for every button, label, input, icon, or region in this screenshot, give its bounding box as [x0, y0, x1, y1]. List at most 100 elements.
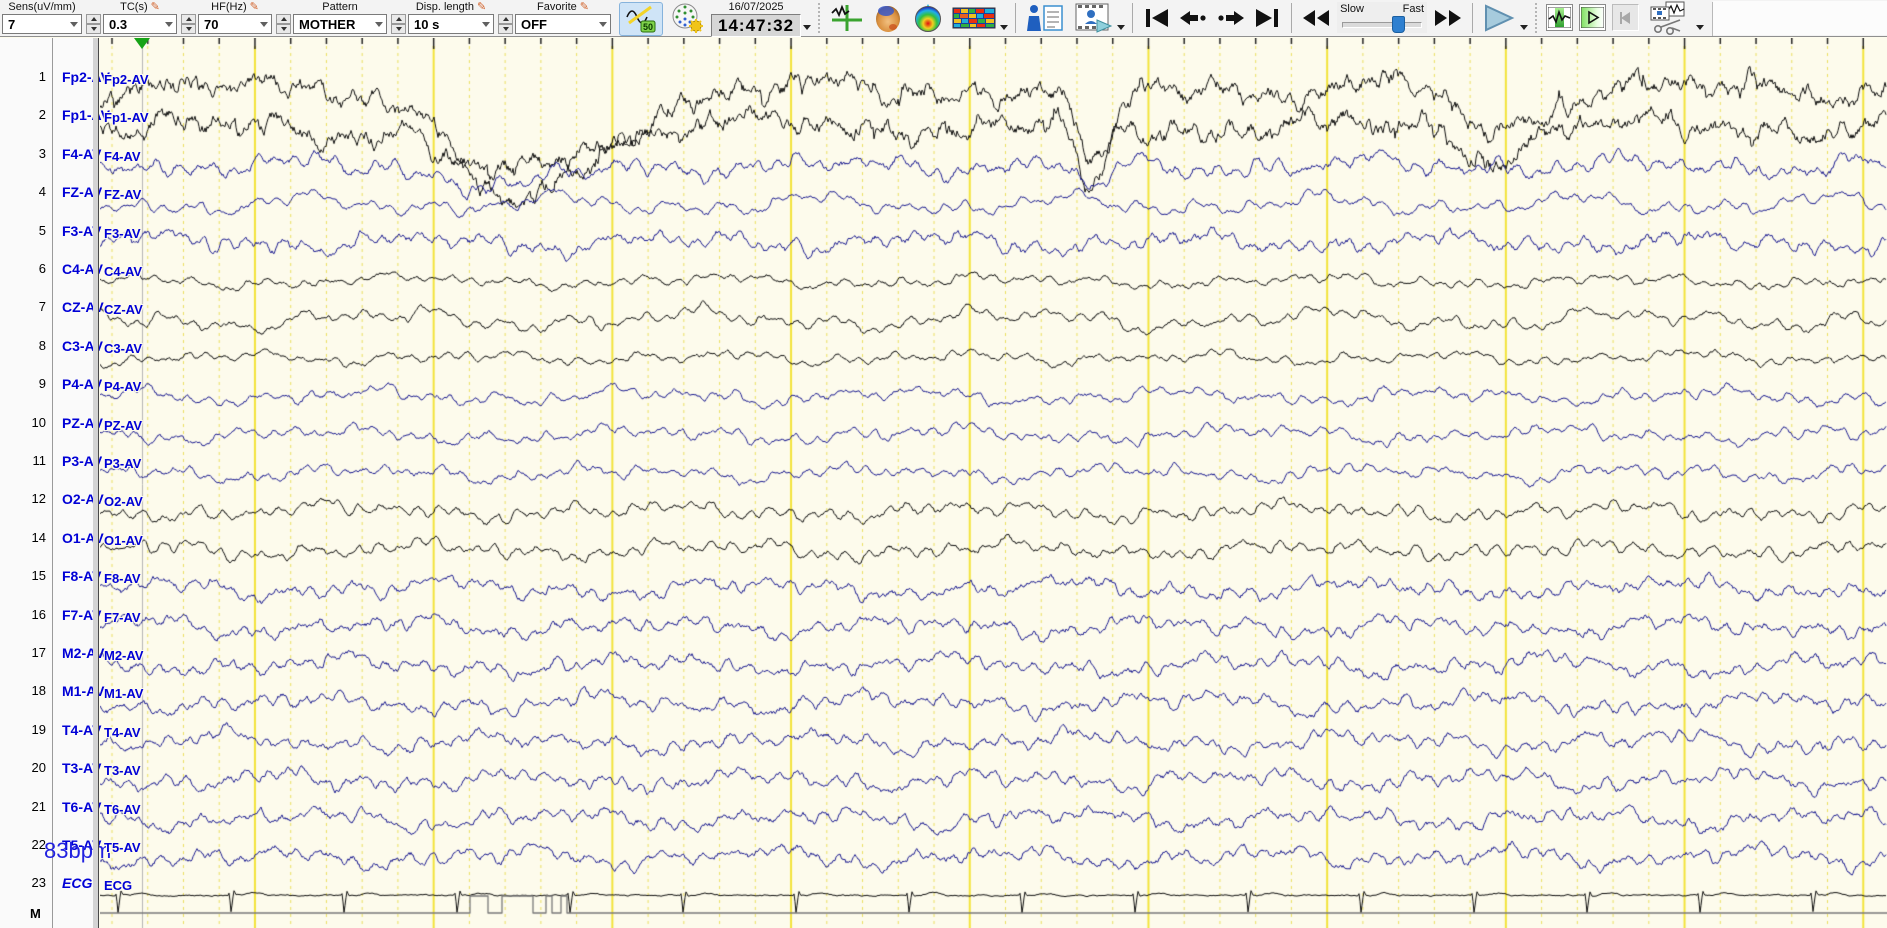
separator — [1291, 3, 1293, 33]
spinner-up-button[interactable] — [391, 14, 406, 24]
channel-number: 23 — [31, 875, 46, 891]
sensitivity-select[interactable]: 7 — [2, 14, 82, 34]
channel-number: 14 — [31, 529, 46, 545]
channel-row[interactable]: 5 F3-AV — [0, 222, 102, 240]
pencil-icon[interactable]: ✎ — [477, 2, 486, 13]
channel-row[interactable]: 14 O1-AV — [0, 529, 104, 547]
hf-select[interactable]: 70 — [198, 14, 272, 34]
channel-number: 9 — [38, 376, 46, 392]
brain-3d-map-button[interactable] — [870, 2, 906, 34]
patient-info-button[interactable] — [1023, 2, 1067, 34]
channel-row[interactable]: 21 T6-AV — [0, 798, 102, 816]
arrow-down-icon — [280, 27, 287, 31]
channel-row[interactable]: 16 F7-AV — [0, 606, 102, 624]
favorite-select[interactable]: OFF — [515, 14, 611, 34]
channel-row[interactable]: 3 F4-AV — [0, 145, 102, 163]
video-review-button[interactable] — [1071, 2, 1115, 34]
time-cursor-marker[interactable] — [134, 38, 150, 49]
hf-spinner — [276, 14, 291, 34]
next-event-button[interactable] — [1214, 2, 1248, 34]
video-clip-button[interactable] — [1648, 1, 1694, 35]
prev-event-button[interactable] — [1176, 2, 1210, 34]
display-length-label: Disp. length — [415, 1, 474, 13]
waveform-event-button[interactable] — [828, 2, 866, 34]
page-back-button[interactable] — [1612, 4, 1640, 31]
channel-row[interactable]: 4 FZ-AV — [0, 183, 102, 201]
separator — [1015, 3, 1017, 33]
channel-row[interactable]: 12 O2-AV — [0, 490, 104, 508]
channel-row[interactable]: 10 PZ-AV — [0, 414, 103, 432]
sensitivity-label: Sens(uV/mm) — [8, 1, 76, 13]
channel-row[interactable]: 8 C3-AV — [0, 337, 103, 355]
slider-track[interactable] — [1340, 16, 1424, 33]
channel-row[interactable]: 18 M1-AV — [0, 682, 105, 700]
channel-number: 5 — [38, 222, 46, 238]
notch-filter-button[interactable]: 50 — [619, 2, 663, 36]
favorite-value: OFF — [521, 16, 547, 32]
chevron-down-icon — [375, 21, 383, 27]
channel-row[interactable]: 20 T3-AV — [0, 759, 102, 777]
channel-row[interactable]: 2 Fp1-AV — [0, 106, 110, 124]
channel-row[interactable]: 1 Fp2-AV — [0, 68, 110, 86]
spinner-down-button[interactable] — [86, 24, 101, 34]
video-dropdown-button[interactable] — [1117, 25, 1126, 30]
eeg-trace-area[interactable] — [100, 38, 1887, 928]
topo-head-icon — [915, 4, 942, 32]
spinner-up-button[interactable] — [498, 14, 513, 24]
slider-handle[interactable] — [1392, 16, 1406, 33]
eeg-viewer-window: Sens(uV/mm) 7 TC(s) ✎ 0.3 HF(Hz) ✎ 70 Pa… — [0, 0, 1887, 928]
tc-select[interactable]: 0.3 — [103, 14, 177, 34]
spinner-down-button[interactable] — [498, 24, 513, 34]
channel-row[interactable]: 11 P3-AV — [0, 452, 103, 470]
fast-forward-button[interactable] — [1431, 2, 1465, 34]
spinner-down-button[interactable] — [276, 24, 291, 34]
play-page-button[interactable] — [1579, 4, 1607, 31]
topography-map-button[interactable] — [910, 2, 946, 34]
tc-value: 0.3 — [109, 16, 128, 32]
skip-to-end-button[interactable] — [1252, 2, 1284, 34]
time-dropdown-button[interactable] — [803, 25, 812, 30]
channel-label-panel: 1 Fp2-AV 2 Fp1-AV 3 F4-AV 4 FZ-AV 5 F3-AV 6 C4-AV 7 C… — [0, 38, 111, 928]
channel-row[interactable]: 9 P4-AV — [0, 375, 102, 393]
spinner-down-button[interactable] — [391, 24, 406, 34]
play-button[interactable] — [1480, 2, 1518, 34]
channel-number: 10 — [31, 414, 46, 430]
gear-icon — [689, 19, 703, 33]
separator — [1132, 3, 1134, 33]
sine-wave-notch-icon: 50 — [626, 5, 656, 33]
rewind-button[interactable] — [1299, 2, 1333, 34]
arrow-up-icon — [185, 17, 192, 21]
pattern-select[interactable]: MOTHER — [293, 14, 387, 34]
display-length-select[interactable]: 10 s — [408, 14, 494, 34]
display-mode-dropdown-button[interactable] — [1000, 25, 1009, 30]
play-green-icon — [1581, 7, 1605, 28]
spinner-up-button[interactable] — [276, 14, 291, 24]
channel-row[interactable]: 17 M2-AV — [0, 644, 105, 662]
pencil-icon[interactable]: ✎ — [151, 2, 160, 13]
spinner-up-button[interactable] — [181, 14, 196, 24]
scissors-icon — [1654, 19, 1681, 35]
toolbar: Sens(uV/mm) 7 TC(s) ✎ 0.3 HF(Hz) ✎ 70 Pa… — [0, 0, 1887, 37]
notch-50-badge: 50 — [643, 22, 653, 32]
spinner-up-button[interactable] — [86, 14, 101, 24]
spinner-down-button[interactable] — [181, 24, 196, 34]
channel-row[interactable]: 19 T4-AV — [0, 721, 102, 739]
montage-map-button[interactable] — [667, 2, 707, 34]
clip-dropdown-button[interactable] — [1696, 25, 1705, 30]
channel-row[interactable]: 6 C4-AV — [0, 260, 103, 278]
pencil-icon[interactable]: ✎ — [580, 2, 589, 13]
channel-row[interactable]: 23 ECG — [0, 874, 93, 892]
arrow-left-dot-icon — [1180, 11, 1206, 25]
pattern-spinner — [391, 14, 406, 34]
clip-scissors-icon — [1650, 1, 1685, 35]
pencil-icon[interactable]: ✎ — [250, 2, 259, 13]
spectrogram-button[interactable] — [950, 2, 998, 34]
channel-row[interactable]: 7 CZ-AV — [0, 298, 104, 316]
skip-to-start-button[interactable] — [1140, 2, 1172, 34]
auto-review-button[interactable] — [1546, 4, 1574, 31]
channel-number: 1 — [38, 69, 46, 84]
speed-slider[interactable]: Slow Fast — [1337, 2, 1428, 33]
channel-row[interactable]: 15 F8-AV — [0, 567, 102, 585]
play-dropdown-button[interactable] — [1520, 25, 1529, 30]
channel-number: 2 — [38, 107, 46, 123]
